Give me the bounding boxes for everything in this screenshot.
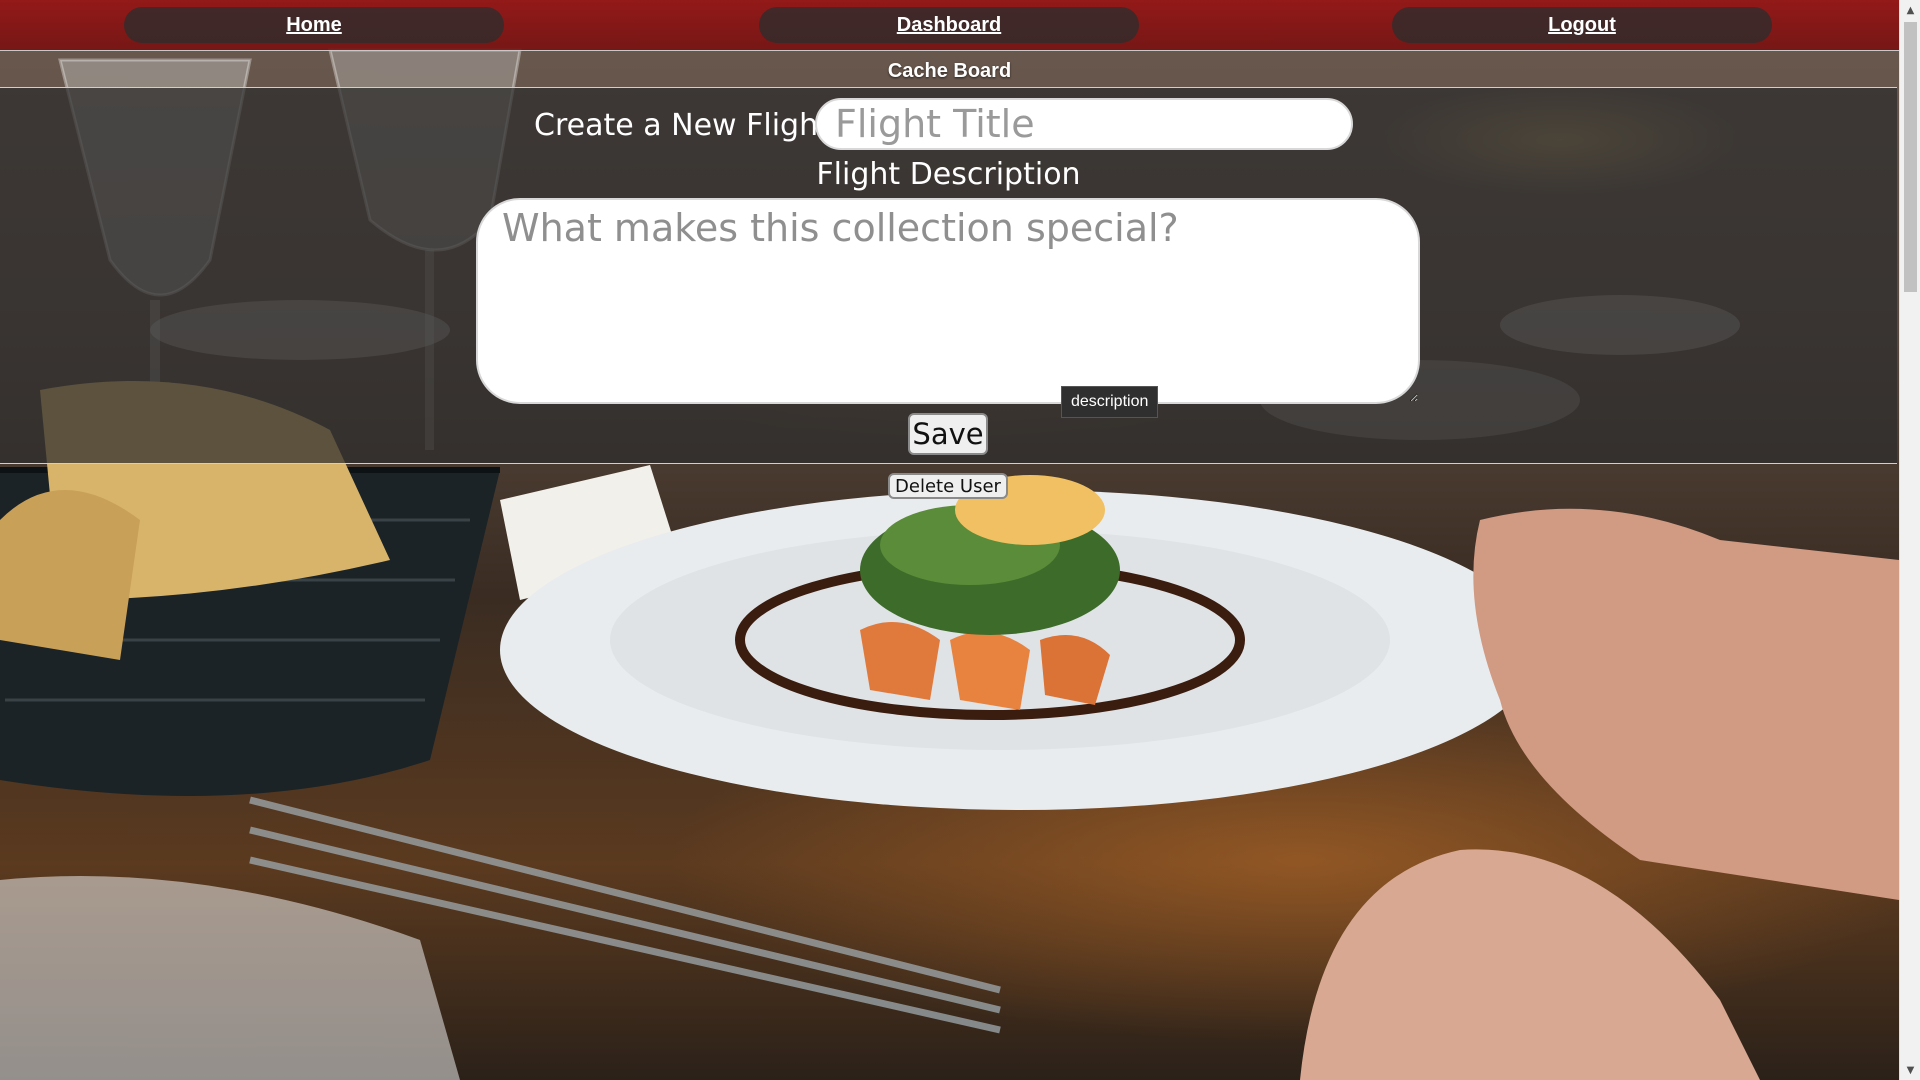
nav-dashboard-link[interactable]: Dashboard <box>897 14 1001 37</box>
flight-description-textarea[interactable] <box>476 198 1420 404</box>
nav-home-link[interactable]: Home <box>286 14 342 37</box>
scroll-up-arrow-icon[interactable]: ▲ <box>1900 0 1920 20</box>
scrollbar-thumb[interactable] <box>1904 22 1917 292</box>
vertical-scrollbar[interactable]: ▲ ▼ <box>1899 0 1920 1080</box>
description-tooltip: description <box>1061 386 1159 418</box>
page-subtitle: Cache Board <box>887 60 1012 82</box>
browser-viewport: Home Dashboard Logout Cache Board Create… <box>0 0 1920 1080</box>
delete-user-button[interactable]: Delete User <box>888 473 1008 499</box>
flight-description-label: Flight Description <box>816 157 1081 192</box>
nav-home-pill[interactable]: Home <box>124 7 504 43</box>
create-flight-label: Create a New Flight <box>534 108 830 143</box>
top-navbar: Home Dashboard Logout <box>0 0 1899 51</box>
flight-title-input[interactable] <box>815 98 1353 150</box>
save-button[interactable]: Save <box>908 413 988 455</box>
nav-dashboard-pill[interactable]: Dashboard <box>759 7 1139 43</box>
create-flight-form: Create a New Flight Flight Description d… <box>0 87 1897 464</box>
scroll-down-arrow-icon[interactable]: ▼ <box>1900 1060 1920 1080</box>
nav-logout-pill[interactable]: Logout <box>1392 7 1772 43</box>
nav-logout-link[interactable]: Logout <box>1548 14 1616 37</box>
